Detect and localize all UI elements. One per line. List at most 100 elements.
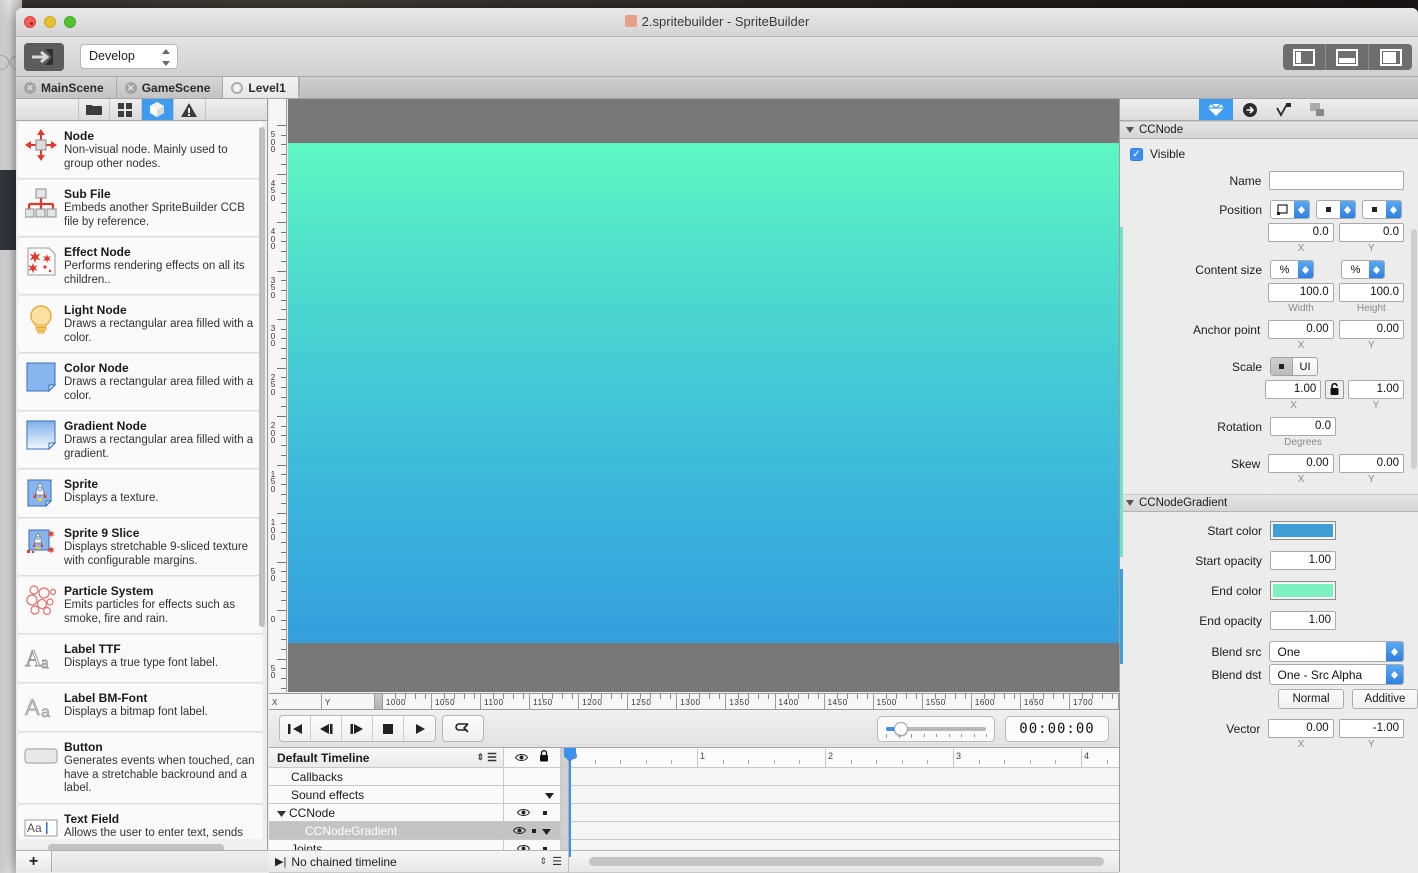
- timeline-hscrollbar[interactable]: [569, 851, 1119, 873]
- node-library-list[interactable]: Node Non-visual node. Mainly used to gro…: [16, 121, 267, 839]
- step-back-button[interactable]: [311, 716, 342, 741]
- chevron-updown-icon[interactable]: [1369, 261, 1384, 278]
- row-label[interactable]: Callbacks: [269, 768, 504, 785]
- eye-icon[interactable]: [512, 822, 527, 840]
- row-label[interactable]: CCNodeGradient: [269, 822, 504, 839]
- tab-tileless-editor[interactable]: [110, 99, 142, 120]
- scale-unit-segmented[interactable]: UI: [1270, 357, 1318, 376]
- toggle-left-panel-button[interactable]: [1283, 44, 1326, 70]
- position-x-input[interactable]: 0.0: [1268, 223, 1334, 242]
- section-header-ccnode[interactable]: CCNode: [1120, 121, 1418, 139]
- content-width-input[interactable]: 100.0: [1268, 283, 1334, 302]
- close-icon[interactable]: ✕: [124, 81, 137, 94]
- sort-icon[interactable]: ⇕: [477, 752, 485, 763]
- start-opacity-input[interactable]: 1.00: [1270, 551, 1336, 570]
- vector-y-input[interactable]: -1.00: [1338, 719, 1405, 738]
- position-reference-corner-popup[interactable]: [1270, 200, 1310, 219]
- publish-button[interactable]: [24, 43, 64, 71]
- list-item[interactable]: Sprite Displays a texture.: [18, 470, 263, 518]
- lock-icon[interactable]: [539, 749, 549, 767]
- anchor-y-input[interactable]: 0.00: [1338, 320, 1405, 339]
- gradient-node-stage[interactable]: [288, 143, 1119, 643]
- menu-icon[interactable]: ☰: [552, 855, 568, 868]
- chevron-down-icon[interactable]: [542, 822, 551, 840]
- chevron-updown-icon[interactable]: [1386, 201, 1401, 218]
- end-color-well[interactable]: [1270, 581, 1336, 600]
- add-button[interactable]: +: [16, 851, 52, 872]
- tab-physics[interactable]: [1267, 99, 1301, 120]
- loop-button[interactable]: [442, 715, 484, 742]
- timeline-zoom-slider[interactable]: [877, 716, 995, 742]
- eye-icon[interactable]: [515, 749, 529, 767]
- list-item[interactable]: Button Generates events when touched, ca…: [18, 733, 263, 804]
- chevron-updown-icon[interactable]: [1298, 261, 1313, 278]
- scale-ui-option[interactable]: UI: [1293, 358, 1317, 375]
- end-opacity-input[interactable]: 1.00: [1270, 611, 1336, 630]
- menu-icon[interactable]: ☰: [487, 751, 503, 764]
- timeline-ruler[interactable]: 01234: [564, 748, 1185, 857]
- keyframe-dot-icon[interactable]: [532, 828, 536, 833]
- list-item[interactable]: Node Non-visual node. Mainly used to gro…: [18, 122, 263, 179]
- list-item[interactable]: Sub File Embeds another SpriteBuilder CC…: [18, 180, 263, 237]
- row-track[interactable]: [569, 822, 1119, 839]
- target-select[interactable]: Develop: [80, 44, 178, 69]
- scale-y-input[interactable]: 1.00: [1347, 380, 1405, 399]
- list-item[interactable]: Light Node Draws a rectangular area fill…: [18, 296, 263, 353]
- section-header-ccnodegradient[interactable]: CCNodeGradient: [1120, 494, 1418, 512]
- stage-canvas[interactable]: [288, 99, 1119, 692]
- list-item[interactable]: Particle System Emits particles for effe…: [18, 577, 263, 634]
- list-item[interactable]: Color Node Draws a rectangular area fill…: [18, 354, 263, 411]
- scale-x-input[interactable]: 1.00: [1264, 380, 1322, 399]
- skew-y-input[interactable]: 0.00: [1338, 454, 1405, 473]
- scrollbar-thumb[interactable]: [259, 127, 265, 627]
- row-label[interactable]: CCNode: [269, 804, 504, 821]
- timeline-name[interactable]: Default Timeline ⇕ ☰: [269, 748, 504, 767]
- list-item[interactable]: A a Label BM-Font Displays a bitmap font…: [18, 684, 263, 732]
- row-label[interactable]: Sound effects: [269, 786, 504, 803]
- step-forward-button[interactable]: [342, 716, 373, 741]
- chevron-updown-icon[interactable]: [1386, 665, 1403, 684]
- blend-preset-normal-button[interactable]: Normal: [1278, 689, 1344, 709]
- tab-mainscene[interactable]: ✕ MainScene: [16, 77, 117, 98]
- close-icon[interactable]: ✕: [24, 81, 36, 94]
- tab-gamescene[interactable]: ✕ GameScene: [116, 77, 224, 98]
- tab-node-library[interactable]: [141, 99, 174, 120]
- disclosure-triangle-icon[interactable]: [1126, 127, 1134, 133]
- timeline-header-row[interactable]: Default Timeline ⇕ ☰ 1 2 3 4: [269, 748, 1185, 857]
- tab-templates[interactable]: [1301, 99, 1335, 120]
- tab-code-connections[interactable]: [1233, 99, 1267, 120]
- tab-file-browser[interactable]: [77, 99, 110, 120]
- play-button[interactable]: [404, 716, 435, 741]
- playhead[interactable]: [564, 748, 576, 857]
- eye-icon[interactable]: [516, 804, 530, 822]
- sort-icon[interactable]: ⇕: [540, 856, 548, 867]
- blend-preset-additive-button[interactable]: Additive: [1352, 689, 1418, 709]
- content-size-unit-w-popup[interactable]: %: [1270, 260, 1314, 279]
- disclosure-triangle-icon[interactable]: [277, 806, 286, 820]
- skew-x-input[interactable]: 0.00: [1268, 454, 1334, 473]
- table-row[interactable]: CCNode: [269, 804, 1119, 822]
- start-color-well[interactable]: [1270, 521, 1336, 540]
- toggle-right-panel-button[interactable]: [1369, 44, 1412, 70]
- chevron-down-icon[interactable]: [545, 786, 554, 804]
- chained-timeline-selector[interactable]: ▶| No chained timeline ⇕ ☰: [269, 850, 569, 873]
- disclosure-triangle-icon[interactable]: [1126, 500, 1134, 506]
- go-to-start-button[interactable]: [280, 716, 311, 741]
- tab-warnings[interactable]: [174, 99, 206, 120]
- row-track[interactable]: [569, 804, 1119, 821]
- rotation-input[interactable]: 0.0: [1270, 417, 1336, 436]
- lock-proportions-button[interactable]: [1325, 380, 1344, 399]
- scrollbar-thumb[interactable]: [589, 856, 1104, 866]
- list-item[interactable]: Gradient Node Draws a rectangular area f…: [18, 412, 263, 469]
- visible-checkbox[interactable]: ✓: [1130, 147, 1143, 161]
- blend-dst-popup[interactable]: One - Src Alpha: [1269, 664, 1404, 685]
- node-library-vscrollbar[interactable]: [258, 127, 266, 707]
- table-row[interactable]: Sound effects: [269, 786, 1119, 804]
- anchor-x-input[interactable]: 0.00: [1268, 320, 1334, 339]
- chevron-updown-icon[interactable]: [1340, 201, 1355, 218]
- tab-level1[interactable]: Level1: [223, 77, 299, 98]
- stop-button[interactable]: [373, 716, 404, 741]
- toggle-bottom-panel-button[interactable]: [1326, 44, 1369, 70]
- unsaved-indicator-icon[interactable]: [231, 81, 244, 94]
- name-input[interactable]: [1269, 171, 1404, 190]
